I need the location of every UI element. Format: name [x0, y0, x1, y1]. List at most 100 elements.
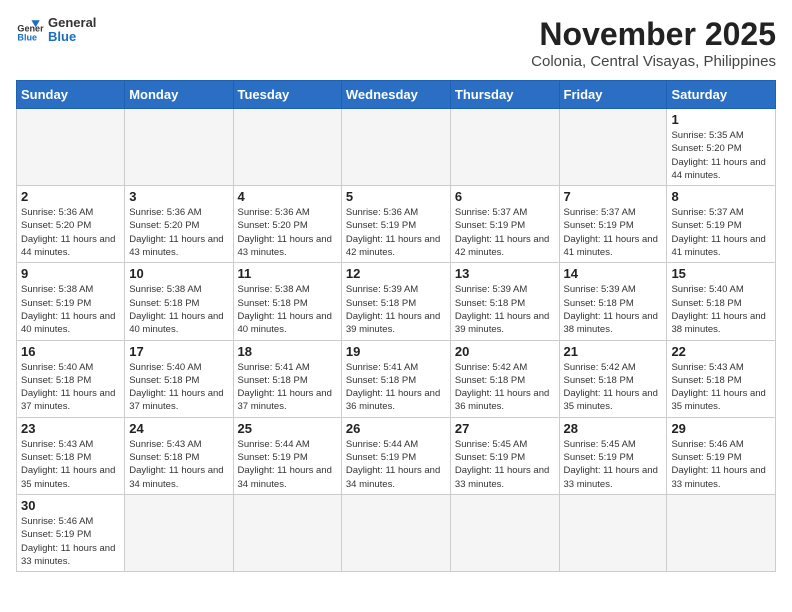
day-info: Sunrise: 5:41 AMSunset: 5:18 PMDaylight:… — [346, 361, 446, 414]
calendar-day-cell — [341, 109, 450, 186]
day-info: Sunrise: 5:36 AMSunset: 5:20 PMDaylight:… — [129, 206, 228, 259]
day-info: Sunrise: 5:44 AMSunset: 5:19 PMDaylight:… — [238, 438, 337, 491]
day-number: 25 — [238, 421, 337, 436]
day-info: Sunrise: 5:37 AMSunset: 5:19 PMDaylight:… — [455, 206, 555, 259]
calendar-day-cell: 22 Sunrise: 5:43 AMSunset: 5:18 PMDayligh… — [667, 340, 776, 417]
calendar-day-cell — [667, 494, 776, 571]
day-number: 6 — [455, 189, 555, 204]
day-number: 3 — [129, 189, 228, 204]
day-info: Sunrise: 5:42 AMSunset: 5:18 PMDaylight:… — [455, 361, 555, 414]
day-of-week-header: Friday — [559, 81, 667, 109]
calendar-day-cell — [233, 494, 341, 571]
day-number: 24 — [129, 421, 228, 436]
calendar-day-cell: 21 Sunrise: 5:42 AMSunset: 5:18 PMDayligh… — [559, 340, 667, 417]
day-info: Sunrise: 5:36 AMSunset: 5:20 PMDaylight:… — [21, 206, 120, 259]
day-number: 29 — [671, 421, 771, 436]
calendar-day-cell — [559, 494, 667, 571]
day-info: Sunrise: 5:46 AMSunset: 5:19 PMDaylight:… — [671, 438, 771, 491]
calendar-header-row: SundayMondayTuesdayWednesdayThursdayFrid… — [17, 81, 776, 109]
day-number: 8 — [671, 189, 771, 204]
day-number: 19 — [346, 344, 446, 359]
day-number: 28 — [564, 421, 663, 436]
calendar-day-cell: 26Sunrise: 5:44 AMSunset: 5:19 PMDayligh… — [341, 417, 450, 494]
calendar-day-cell: 30 Sunrise: 5:46 AMSunset: 5:19 PMDayligh… — [17, 494, 125, 571]
day-of-week-header: Thursday — [450, 81, 559, 109]
day-number: 20 — [455, 344, 555, 359]
day-number: 10 — [129, 266, 228, 281]
calendar-day-cell: 18 Sunrise: 5:41 AMSunset: 5:18 PMDayligh… — [233, 340, 341, 417]
logo-icon: General Blue — [16, 16, 44, 44]
day-info: Sunrise: 5:39 AMSunset: 5:18 PMDaylight:… — [564, 283, 663, 336]
calendar-day-cell — [17, 109, 125, 186]
svg-text:Blue: Blue — [17, 33, 37, 43]
day-info: Sunrise: 5:46 AMSunset: 5:19 PMDaylight:… — [21, 515, 120, 568]
day-info: Sunrise: 5:43 AMSunset: 5:18 PMDaylight:… — [671, 361, 771, 414]
calendar-day-cell: 24Sunrise: 5:43 AMSunset: 5:18 PMDayligh… — [125, 417, 233, 494]
calendar-day-cell — [233, 109, 341, 186]
calendar-day-cell: 8 Sunrise: 5:37 AMSunset: 5:19 PMDaylight… — [667, 186, 776, 263]
day-info: Sunrise: 5:40 AMSunset: 5:18 PMDaylight:… — [129, 361, 228, 414]
day-of-week-header: Monday — [125, 81, 233, 109]
day-number: 16 — [21, 344, 120, 359]
day-number: 18 — [238, 344, 337, 359]
day-info: Sunrise: 5:35 AMSunset: 5:20 PMDaylight:… — [671, 129, 771, 182]
calendar-day-cell: 12 Sunrise: 5:39 AMSunset: 5:18 PMDayligh… — [341, 263, 450, 340]
day-info: Sunrise: 5:45 AMSunset: 5:19 PMDaylight:… — [455, 438, 555, 491]
calendar-table: SundayMondayTuesdayWednesdayThursdayFrid… — [16, 80, 776, 572]
day-info: Sunrise: 5:37 AMSunset: 5:19 PMDaylight:… — [564, 206, 663, 259]
calendar-week-row: 30 Sunrise: 5:46 AMSunset: 5:19 PMDayligh… — [17, 494, 776, 571]
title-area: November 2025 Colonia, Central Visayas, … — [531, 16, 776, 70]
calendar-day-cell — [125, 494, 233, 571]
calendar-day-cell — [450, 494, 559, 571]
page-header: General Blue General Blue November 2025 … — [16, 16, 776, 70]
day-info: Sunrise: 5:40 AMSunset: 5:18 PMDaylight:… — [21, 361, 120, 414]
day-of-week-header: Saturday — [667, 81, 776, 109]
calendar-day-cell: 16 Sunrise: 5:40 AMSunset: 5:18 PMDayligh… — [17, 340, 125, 417]
day-number: 26 — [346, 421, 446, 436]
day-info: Sunrise: 5:36 AMSunset: 5:20 PMDaylight:… — [238, 206, 337, 259]
calendar-day-cell: 17 Sunrise: 5:40 AMSunset: 5:18 PMDayligh… — [125, 340, 233, 417]
logo-general: General — [48, 16, 96, 30]
day-info: Sunrise: 5:43 AMSunset: 5:18 PMDaylight:… — [21, 438, 120, 491]
calendar-week-row: 16 Sunrise: 5:40 AMSunset: 5:18 PMDayligh… — [17, 340, 776, 417]
day-info: Sunrise: 5:36 AMSunset: 5:19 PMDaylight:… — [346, 206, 446, 259]
day-number: 17 — [129, 344, 228, 359]
logo: General Blue General Blue — [16, 16, 96, 45]
day-info: Sunrise: 5:37 AMSunset: 5:19 PMDaylight:… — [671, 206, 771, 259]
day-info: Sunrise: 5:38 AMSunset: 5:18 PMDaylight:… — [238, 283, 337, 336]
day-number: 22 — [671, 344, 771, 359]
calendar-day-cell: 23Sunrise: 5:43 AMSunset: 5:18 PMDayligh… — [17, 417, 125, 494]
day-of-week-header: Tuesday — [233, 81, 341, 109]
day-info: Sunrise: 5:42 AMSunset: 5:18 PMDaylight:… — [564, 361, 663, 414]
calendar-day-cell: 9Sunrise: 5:38 AMSunset: 5:19 PMDaylight… — [17, 263, 125, 340]
day-number: 30 — [21, 498, 120, 513]
calendar-day-cell: 6 Sunrise: 5:37 AMSunset: 5:19 PMDaylight… — [450, 186, 559, 263]
day-number: 11 — [238, 266, 337, 281]
day-of-week-header: Sunday — [17, 81, 125, 109]
calendar-day-cell: 25 Sunrise: 5:44 AMSunset: 5:19 PMDayligh… — [233, 417, 341, 494]
day-number: 13 — [455, 266, 555, 281]
calendar-day-cell: 19 Sunrise: 5:41 AMSunset: 5:18 PMDayligh… — [341, 340, 450, 417]
day-number: 21 — [564, 344, 663, 359]
day-number: 27 — [455, 421, 555, 436]
calendar-day-cell: 13 Sunrise: 5:39 AMSunset: 5:18 PMDayligh… — [450, 263, 559, 340]
day-number: 14 — [564, 266, 663, 281]
day-number: 9 — [21, 266, 120, 281]
calendar-day-cell: 2Sunrise: 5:36 AMSunset: 5:20 PMDaylight… — [17, 186, 125, 263]
calendar-day-cell: 7Sunrise: 5:37 AMSunset: 5:19 PMDaylight… — [559, 186, 667, 263]
calendar-week-row: 1Sunrise: 5:35 AMSunset: 5:20 PMDaylight… — [17, 109, 776, 186]
calendar-day-cell — [125, 109, 233, 186]
day-of-week-header: Wednesday — [341, 81, 450, 109]
calendar-week-row: 2Sunrise: 5:36 AMSunset: 5:20 PMDaylight… — [17, 186, 776, 263]
calendar-week-row: 9Sunrise: 5:38 AMSunset: 5:19 PMDaylight… — [17, 263, 776, 340]
month-title: November 2025 — [531, 16, 776, 53]
calendar-day-cell: 11 Sunrise: 5:38 AMSunset: 5:18 PMDayligh… — [233, 263, 341, 340]
calendar-day-cell: 10Sunrise: 5:38 AMSunset: 5:18 PMDayligh… — [125, 263, 233, 340]
day-number: 5 — [346, 189, 446, 204]
day-info: Sunrise: 5:39 AMSunset: 5:18 PMDaylight:… — [455, 283, 555, 336]
calendar-day-cell: 29 Sunrise: 5:46 AMSunset: 5:19 PMDayligh… — [667, 417, 776, 494]
day-info: Sunrise: 5:41 AMSunset: 5:18 PMDaylight:… — [238, 361, 337, 414]
day-info: Sunrise: 5:45 AMSunset: 5:19 PMDaylight:… — [564, 438, 663, 491]
day-info: Sunrise: 5:39 AMSunset: 5:18 PMDaylight:… — [346, 283, 446, 336]
day-number: 12 — [346, 266, 446, 281]
